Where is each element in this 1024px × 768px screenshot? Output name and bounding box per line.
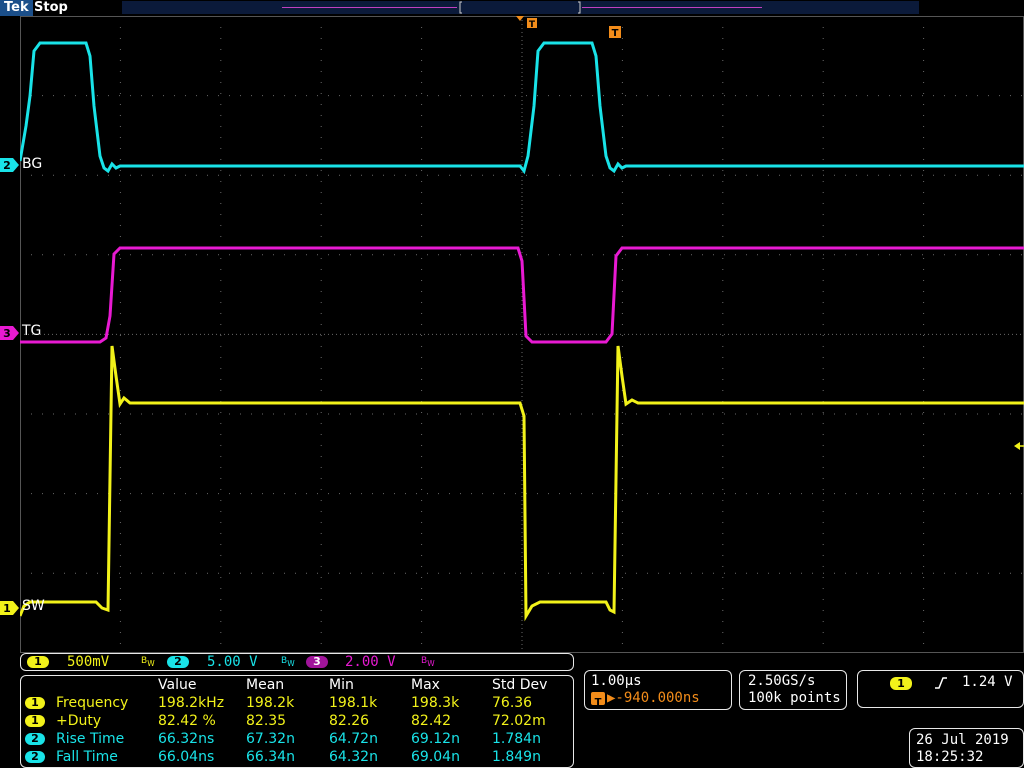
row-name: Fall Time <box>56 749 118 765</box>
acquisition-state: Stop <box>34 0 68 15</box>
row-stddev: 72.02m <box>492 713 546 729</box>
measurement-row[interactable]: 1 Frequency 198.2kHz 198.2k 198.1k 198.3… <box>21 694 575 712</box>
row-stddev: 76.36 <box>492 695 533 711</box>
col-header-max: Max <box>411 677 440 693</box>
ch1-bandwidth-icon: BW <box>141 656 155 668</box>
acquisition-box[interactable]: 2.50GS/s 100k points <box>739 670 847 710</box>
row-min: 198.1k <box>329 695 378 711</box>
sample-rate: 2.50GS/s <box>748 673 816 689</box>
measurement-row[interactable]: 2 Fall Time 66.04ns 66.34n 64.32n 69.04n… <box>21 748 575 766</box>
svg-text:2: 2 <box>3 159 11 172</box>
horizontal-delay: ▶-940.000ns <box>607 690 700 706</box>
row-channel-badge: 2 <box>25 751 45 763</box>
ch1-badge[interactable]: 1 <box>27 656 49 668</box>
brand-logo: Tek <box>0 0 33 16</box>
ch2-bandwidth-icon: BW <box>281 656 295 668</box>
col-header-value: Value <box>158 677 197 693</box>
row-value: 82.42 % <box>158 713 216 729</box>
row-max: 69.04n <box>411 749 460 765</box>
trigger-source-badge: 1 <box>890 677 912 690</box>
record-length: 100k points <box>748 690 841 706</box>
trigger-position-icon: T <box>591 692 605 708</box>
row-name: Frequency <box>56 695 129 711</box>
row-name: Rise Time <box>56 731 125 747</box>
trigger-level: 1.24 V <box>962 674 1013 690</box>
ch2-label: BG <box>22 156 43 172</box>
row-min: 64.72n <box>329 731 378 747</box>
datetime-box: 26 Jul 2019 18:25:32 <box>909 728 1024 768</box>
row-max: 82.42 <box>411 713 452 729</box>
trigger-settings-box[interactable]: 1 1.24 V <box>857 670 1024 708</box>
date: 26 Jul 2019 <box>916 732 1009 748</box>
svg-text:T: T <box>612 28 619 39</box>
row-max: 69.12n <box>411 731 460 747</box>
row-value: 66.04ns <box>158 749 215 765</box>
row-channel-badge: 2 <box>25 733 45 745</box>
row-max: 198.3k <box>411 695 460 711</box>
ch3-label: TG <box>22 323 42 339</box>
row-value: 198.2kHz <box>158 695 225 711</box>
col-header-mean: Mean <box>246 677 285 693</box>
col-header-stddev: Std Dev <box>492 677 548 693</box>
ch3-bandwidth-icon: BW <box>421 656 435 668</box>
row-channel-badge: 1 <box>25 715 45 727</box>
measurement-row[interactable]: 2 Rise Time 66.32ns 67.32n 64.72n 69.12n… <box>21 730 575 748</box>
record-view-bar[interactable] <box>122 1 919 14</box>
row-min: 64.32n <box>329 749 378 765</box>
measurement-table[interactable]: Value Mean Min Max Std Dev 1 Frequency 1… <box>20 675 574 768</box>
ch3-scale[interactable]: 2.00 V <box>345 654 396 671</box>
rising-edge-icon <box>935 677 947 689</box>
col-header-min: Min <box>329 677 354 693</box>
ch2-badge[interactable]: 2 <box>167 656 189 668</box>
row-mean: 66.34n <box>246 749 295 765</box>
ch1-scale[interactable]: 500mV <box>67 654 109 671</box>
row-channel-badge: 1 <box>25 697 45 709</box>
svg-text:T: T <box>595 697 602 707</box>
expansion-point-marker[interactable]: T <box>609 26 621 39</box>
ch3-marker[interactable]: 3 <box>0 325 20 340</box>
row-min: 82.26 <box>329 713 370 729</box>
ch2-marker[interactable]: 2 <box>0 157 20 172</box>
row-mean: 82.35 <box>246 713 287 729</box>
waveform-display[interactable]: T T <box>20 16 1024 653</box>
vertical-settings-bar[interactable]: 1 500mV BW 2 5.00 V BW 3 2.00 V BW <box>20 653 574 671</box>
ch3-badge[interactable]: 3 <box>306 656 328 668</box>
ch1-label: SW <box>22 598 45 614</box>
svg-text:3: 3 <box>3 327 11 340</box>
row-stddev: 1.784n <box>492 731 541 747</box>
ch1-marker[interactable]: 1 <box>0 600 20 615</box>
row-mean: 67.32n <box>246 731 295 747</box>
row-name: +Duty <box>56 713 102 729</box>
record-view-graphic <box>282 1 762 14</box>
status-bar: Tek Stop <box>0 0 1024 16</box>
svg-text:T: T <box>529 20 536 30</box>
ch2-scale[interactable]: 5.00 V <box>207 654 258 671</box>
time: 18:25:32 <box>916 749 984 765</box>
row-mean: 198.2k <box>246 695 295 711</box>
horizontal-scale-box[interactable]: 1.00µs T ▶-940.000ns <box>584 670 732 710</box>
svg-text:1: 1 <box>3 602 11 615</box>
row-value: 66.32ns <box>158 731 215 747</box>
time-per-div: 1.00µs <box>591 673 642 689</box>
row-stddev: 1.849n <box>492 749 541 765</box>
measurement-row[interactable]: 1 +Duty 82.42 % 82.35 82.26 82.42 72.02m <box>21 712 575 730</box>
